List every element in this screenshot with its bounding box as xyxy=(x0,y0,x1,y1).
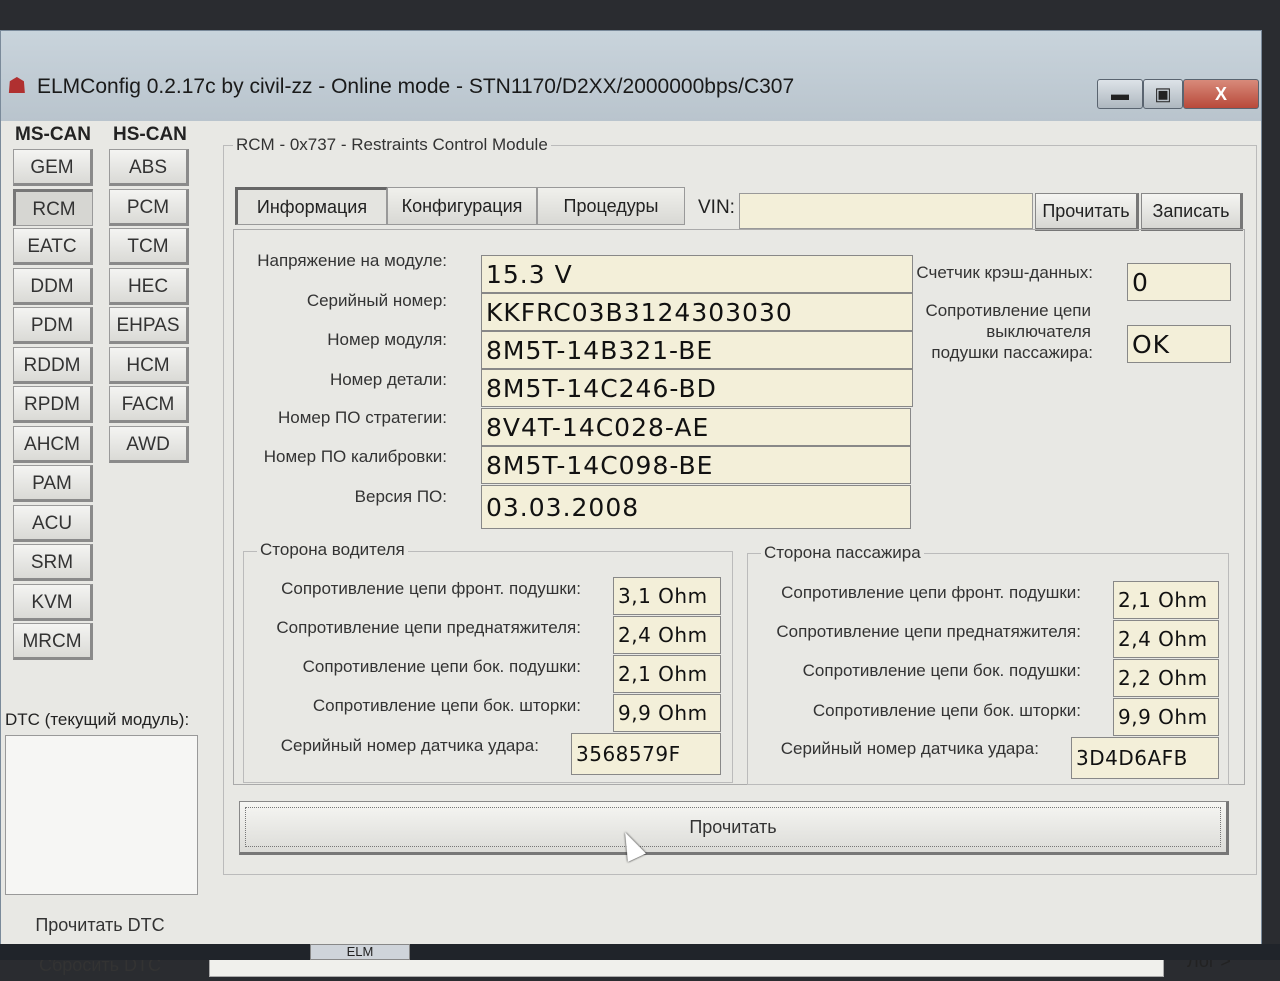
tab-procedures[interactable]: Процедуры xyxy=(537,187,685,225)
pax-switch-label-1: Сопротивление цепи xyxy=(925,301,1091,320)
ms_can-module-rpdm[interactable]: RPDM xyxy=(13,386,93,423)
pax-switch-value: OK xyxy=(1127,325,1231,363)
vin-label: VIN: xyxy=(698,197,735,218)
hs_can-module-hcm[interactable]: HCM xyxy=(109,346,189,384)
ms_can-module-mrcm[interactable]: MRCM xyxy=(13,623,93,660)
ms_can-module-rcm[interactable]: RCM xyxy=(13,188,93,226)
ms_can-module-acu[interactable]: ACU xyxy=(13,504,93,542)
driver-group-title: Сторона водителя xyxy=(257,540,408,560)
voltage-label: Напряжение на модуле: xyxy=(257,251,447,270)
ms_can-module-pam[interactable]: PAM xyxy=(13,465,93,502)
app-window: ☗ ELMConfig 0.2.17c by civil-zz - Online… xyxy=(0,30,1262,977)
ms-can-module-list: GEM RCM EATC DDM PDM RDDM RPDM AHCM PAM ACU SRM KVM… xyxy=(13,149,93,663)
ms_can-module-eatc[interactable]: EATC xyxy=(13,228,93,265)
hs-can-module-list: ABS PCM TCM HEC EHPAS HCM FACM AWD xyxy=(109,149,189,465)
sw-version-label: Версия ПО: xyxy=(354,487,447,506)
passenger-curtain-value: 9,9 Ohm xyxy=(1113,698,1219,736)
read-dtc-button[interactable]: Прочитать DTC xyxy=(5,909,195,941)
ms_can-module-kvm[interactable]: KVM xyxy=(13,583,93,621)
pax-switch-label-2: выключателя xyxy=(986,322,1091,341)
dtc-label: DTC (текущий модуль): xyxy=(5,710,190,729)
read-info-button[interactable]: Прочитать xyxy=(239,801,1229,855)
driver-front-value: 3,1 Ohm xyxy=(613,577,721,615)
passenger-pretensioner-value: 2,4 Ohm xyxy=(1113,620,1219,658)
hs-can-header: HS-CAN xyxy=(113,124,187,145)
passenger-front-value: 2,1 Ohm xyxy=(1113,581,1219,619)
voltage-value: 15.3 V xyxy=(481,255,913,293)
ms_can-module-gem[interactable]: GEM xyxy=(13,149,93,186)
strategy-label: Номер ПО стратегии: xyxy=(277,408,447,427)
hs_can-module-facm[interactable]: FACM xyxy=(109,386,189,423)
dtc-list[interactable] xyxy=(5,735,198,895)
ms_can-module-rddm[interactable]: RDDM xyxy=(13,346,93,384)
driver-front-label: Сопротивление цепи фронт. подушки: xyxy=(281,579,581,598)
module-title: RCM - 0x737 - Restraints Control Module xyxy=(233,135,551,155)
tab-configuration[interactable]: Конфигурация xyxy=(387,187,537,225)
passenger-sensor-value: 3D4D6AFB xyxy=(1071,737,1219,779)
driver-curtain-value: 9,9 Ohm xyxy=(613,694,721,732)
serial-label: Серийный номер: xyxy=(306,291,447,310)
close-button[interactable]: X xyxy=(1183,79,1259,109)
driver-sensor-label: Серийный номер датчика удара: xyxy=(280,736,539,755)
passenger-group-title: Сторона пассажира xyxy=(761,543,924,563)
hs_can-module-awd[interactable]: AWD xyxy=(109,425,189,463)
passenger-curtain-label: Сопротивление цепи бок. шторки: xyxy=(812,701,1081,720)
taskbar xyxy=(0,944,1280,960)
passenger-sensor-label: Серийный номер датчика удара: xyxy=(780,739,1039,758)
pax-switch-label-3: подушки пассажира: xyxy=(931,343,1093,362)
close-icon: X xyxy=(1214,83,1227,104)
module-number-value: 8M5T-14B321-BE xyxy=(481,331,913,369)
driver-pretensioner-value: 2,4 Ohm xyxy=(613,616,721,654)
driver-curtain-label: Сопротивление цепи бок. шторки: xyxy=(312,696,581,715)
passenger-pretensioner-label: Сопротивление цепи преднатяжителя: xyxy=(776,622,1081,641)
passenger-side-label: Сопротивление цепи бок. подушки: xyxy=(802,661,1081,680)
module-number-label: Номер модуля: xyxy=(327,330,447,349)
calibration-value: 8M5T-14C098-BE xyxy=(481,446,911,484)
app-logo-icon: ☗ xyxy=(7,73,27,98)
tab-information[interactable]: Информация xyxy=(235,187,387,225)
hs_can-module-hec[interactable]: HEC xyxy=(109,267,189,305)
hs_can-module-ehpas[interactable]: EHPAS xyxy=(109,307,189,344)
hs_can-module-tcm[interactable]: TCM xyxy=(109,228,189,265)
ms-can-header: MS-CAN xyxy=(15,124,91,145)
calibration-label: Номер ПО калибровки: xyxy=(263,447,447,466)
driver-pretensioner-label: Сопротивление цепи преднатяжителя: xyxy=(276,618,581,637)
maximize-icon: ▣ xyxy=(1154,83,1172,104)
minimize-icon: ▬ xyxy=(1111,83,1129,104)
ms_can-module-ddm[interactable]: DDM xyxy=(13,267,93,305)
crash-counter-label: Счетчик крэш-данных: xyxy=(916,263,1093,282)
focus-ring xyxy=(245,807,1221,847)
sw-version-value: 03.03.2008 xyxy=(481,485,911,529)
driver-side-label: Сопротивление цепи бок. подушки: xyxy=(302,657,581,676)
crash-counter-value: 0 xyxy=(1127,263,1231,301)
strategy-value: 8V4T-14C028-AE xyxy=(481,408,911,446)
hs_can-module-pcm[interactable]: PCM xyxy=(109,188,189,226)
part-number-value: 8M5T-14C246-BD xyxy=(481,369,913,407)
title-bar: ☗ ELMConfig 0.2.17c by civil-zz - Online… xyxy=(1,31,1261,127)
window-title: ELMConfig 0.2.17c by civil-zz - Online m… xyxy=(37,75,795,98)
vin-write-button[interactable]: Записать xyxy=(1141,193,1243,231)
taskbar-tab[interactable]: ELM xyxy=(310,944,410,960)
passenger-front-label: Сопротивление цепи фронт. подушки: xyxy=(781,583,1081,602)
serial-value: KKFRC03B3124303030 xyxy=(481,293,913,331)
vin-input[interactable] xyxy=(739,193,1033,229)
part-number-label: Номер детали: xyxy=(329,370,447,389)
minimize-button[interactable]: ▬ xyxy=(1097,79,1143,109)
hs_can-module-abs[interactable]: ABS xyxy=(109,149,189,186)
driver-side-value: 2,1 Ohm xyxy=(613,655,721,693)
ms_can-module-pdm[interactable]: PDM xyxy=(13,307,93,344)
passenger-side-value: 2,2 Ohm xyxy=(1113,659,1219,697)
client-area: MS-CAN HS-CAN GEM RCM EATC DDM PDM RDDM RPDM AH… xyxy=(1,121,1261,977)
ms_can-module-ahcm[interactable]: AHCM xyxy=(13,425,93,463)
ms_can-module-srm[interactable]: SRM xyxy=(13,544,93,581)
vin-read-button[interactable]: Прочитать xyxy=(1035,193,1139,231)
driver-sensor-value: 3568579F xyxy=(571,733,721,775)
maximize-button[interactable]: ▣ xyxy=(1143,79,1183,109)
